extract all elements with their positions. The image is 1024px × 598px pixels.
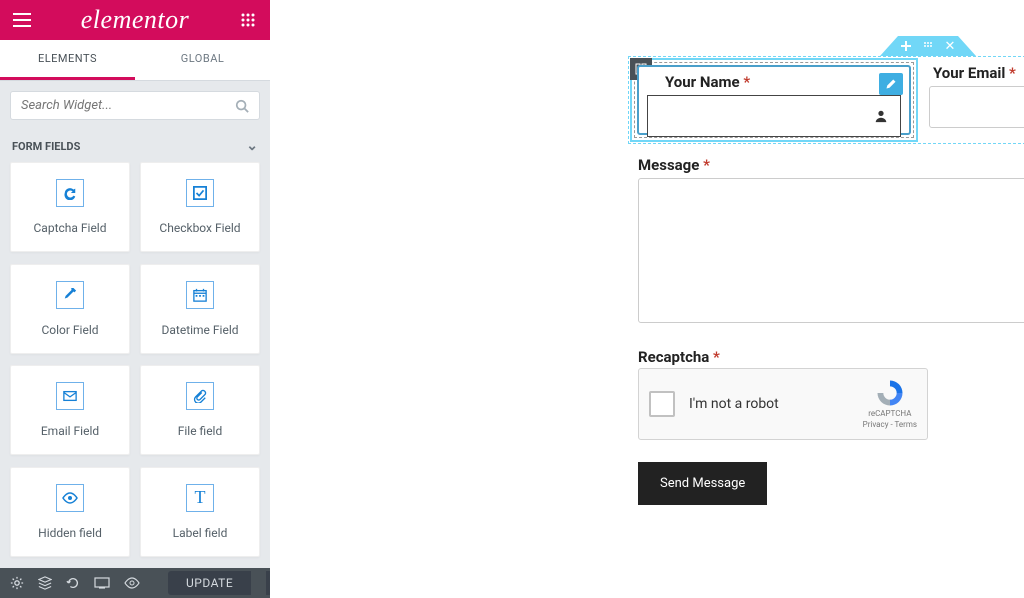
preview-icon[interactable] [124, 577, 140, 589]
editor-canvas: ✕ Your Name * Your Email * Message * [270, 0, 1024, 598]
widget-label-field[interactable]: T Label field [140, 467, 260, 557]
name-input[interactable] [647, 95, 901, 137]
search-input[interactable] [21, 98, 235, 113]
widget-label: Color Field [41, 323, 98, 337]
bottom-bar: UPDATE ▴ [0, 568, 270, 598]
widget-checkbox-field[interactable]: Checkbox Field [140, 162, 260, 252]
recaptcha-field-label: Recaptcha * [638, 348, 720, 366]
submit-button[interactable]: Send Message [638, 462, 767, 505]
history-icon[interactable] [66, 576, 80, 590]
widget-captcha-field[interactable]: Captcha Field [10, 162, 130, 252]
recaptcha-text: I'm not a robot [689, 396, 863, 412]
widget-label: File field [178, 424, 223, 438]
widget-label: Checkbox Field [159, 221, 240, 235]
message-textarea[interactable] [638, 178, 1024, 323]
eyedropper-icon [56, 281, 84, 309]
tab-global[interactable]: GLOBAL [135, 40, 270, 80]
navigator-icon[interactable] [38, 576, 52, 590]
checkbox-icon [186, 179, 214, 207]
update-button[interactable]: UPDATE [168, 571, 251, 595]
message-field-label: Message * [638, 156, 710, 174]
recaptcha-widget: I'm not a robot reCAPTCHA Privacy - Term… [638, 368, 928, 440]
search-icon[interactable] [235, 99, 249, 113]
responsive-icon[interactable] [94, 577, 110, 589]
chevron-down-icon: ⌄ [246, 138, 258, 154]
calendar-icon [186, 281, 214, 309]
widget-hidden-field[interactable]: Hidden field [10, 467, 130, 557]
drag-section-icon[interactable] [923, 41, 933, 51]
eye-icon [56, 484, 84, 512]
refresh-icon [56, 179, 84, 207]
name-field-label: Your Name * [665, 73, 750, 91]
recaptcha-checkbox[interactable] [649, 391, 675, 417]
settings-icon[interactable] [10, 576, 24, 590]
section-controls: ✕ [880, 36, 976, 56]
widget-email-field[interactable]: Email Field [10, 365, 130, 455]
elementor-sidebar: elementor ELEMENTS GLOBAL FORM FIELDS ⌄ … [0, 0, 270, 598]
accordion-label: FORM FIELDS [12, 140, 80, 153]
sidebar-topbar: elementor [0, 0, 270, 40]
add-section-icon[interactable] [901, 41, 911, 51]
name-field-widget[interactable]: Your Name * [637, 65, 911, 135]
user-icon [874, 109, 888, 123]
widget-datetime-field[interactable]: Datetime Field [140, 264, 260, 354]
text-icon: T [186, 484, 214, 512]
paperclip-icon [186, 382, 214, 410]
panel-tabs: ELEMENTS GLOBAL [0, 40, 270, 81]
widgets-grid: Captcha Field Checkbox Field Color Field… [0, 162, 270, 568]
apps-icon[interactable] [236, 8, 260, 32]
accordion-form-fields[interactable]: FORM FIELDS ⌄ [0, 130, 270, 162]
column-name[interactable]: Your Name * [630, 58, 918, 142]
widget-color-field[interactable]: Color Field [10, 264, 130, 354]
widget-label: Hidden field [38, 526, 102, 540]
recaptcha-branding: reCAPTCHA Privacy - Terms [863, 378, 917, 430]
widget-label: Label field [173, 526, 228, 540]
email-input[interactable] [929, 86, 1024, 128]
widget-file-field[interactable]: File field [140, 365, 260, 455]
menu-icon[interactable] [10, 8, 34, 32]
delete-section-icon[interactable]: ✕ [945, 40, 956, 53]
logo: elementor [81, 5, 189, 35]
recaptcha-logo-icon [873, 378, 907, 408]
email-field-label: Your Email * [933, 64, 1016, 82]
widget-label: Datetime Field [162, 323, 239, 337]
widget-label: Email Field [41, 424, 99, 438]
envelope-icon [56, 382, 84, 410]
search-box [10, 91, 260, 120]
widget-label: Captcha Field [34, 221, 107, 235]
tab-elements[interactable]: ELEMENTS [0, 40, 135, 80]
edit-widget-icon[interactable] [879, 73, 903, 95]
column-email[interactable]: Your Email * [921, 58, 1024, 142]
